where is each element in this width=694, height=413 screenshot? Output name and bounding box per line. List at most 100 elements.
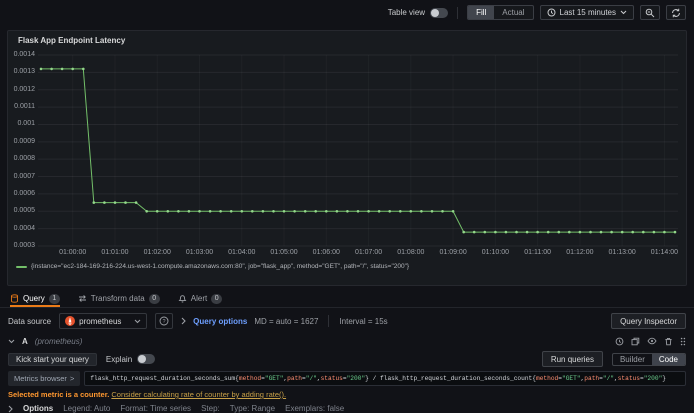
x-tick-label: 01:03:00 (185, 249, 214, 256)
table-view-toggle[interactable] (430, 7, 449, 18)
x-tick-label: 01:07:00 (354, 249, 383, 256)
query-code-row: Metrics browser > flask_http_request_dur… (8, 371, 686, 386)
y-tick-label: 0.0003 (13, 242, 35, 249)
tab-transform-data[interactable]: Transform data 0 (78, 290, 160, 307)
explain-toggle[interactable] (137, 354, 156, 364)
warning-text: Selected metric is a counter. (8, 390, 110, 399)
latency-panel: Flask App Endpoint Latency 0.0014 0.0013 0… (7, 30, 687, 286)
time-series-chart[interactable]: 0.0014 0.0013 0.0012 0.0011 0.001 0.0009 0.000… (12, 48, 684, 284)
x-tick-label: 01:08:00 (397, 249, 425, 256)
tab-query[interactable]: Query 1 (10, 290, 60, 307)
kick-start-button[interactable]: Kick start your query (8, 352, 97, 366)
explain-label: Explain (105, 354, 133, 364)
x-tick-label: 01:00:00 (59, 249, 87, 256)
svg-text:?: ? (163, 319, 166, 325)
panel-title: Flask App Endpoint Latency (18, 36, 126, 45)
database-icon (10, 294, 19, 303)
query-inspector-button[interactable]: Query Inspector (611, 313, 686, 329)
query-options-label: Query options (193, 316, 248, 326)
transform-icon (78, 294, 87, 303)
bell-icon (178, 294, 187, 303)
history-icon[interactable] (615, 337, 624, 346)
magnifier-minus-icon (645, 8, 655, 18)
run-queries-button[interactable]: Run queries (541, 351, 603, 367)
builder-button[interactable]: Builder (613, 354, 652, 365)
datasource-help-button[interactable]: ? (155, 313, 174, 329)
tab-query-label: Query (23, 294, 45, 303)
y-tick-label: 0.0004 (13, 224, 35, 232)
y-tick-label: 0.0005 (13, 207, 35, 215)
y-tick-label: 0.0012 (13, 85, 35, 93)
interval-text: Interval = 15s (339, 316, 388, 326)
eye-icon[interactable] (647, 337, 657, 345)
query-row-header[interactable]: A (prometheus) (8, 335, 686, 347)
trash-icon[interactable] (664, 337, 673, 346)
chevron-right-icon (181, 317, 186, 325)
time-range-label: Last 15 minutes (559, 8, 616, 17)
datasource-value: prometheus (79, 316, 122, 326)
question-circle-icon: ? (159, 316, 169, 326)
datasource-row: Data source prometheus ? Query options M… (8, 311, 686, 331)
builder-code-group: Builder Code (611, 352, 686, 366)
query-row-a: A (prometheus) Kick start your query Exp… (8, 335, 686, 413)
zoom-out-button[interactable] (640, 5, 660, 20)
metrics-browser-label: Metrics browser (14, 374, 67, 383)
x-tick-label: 01:09:00 (439, 249, 467, 256)
time-range-picker[interactable]: Last 15 minutes (539, 5, 634, 20)
legend-series-label: {instance="ec2-184-169-216-224.us-west-1… (31, 263, 410, 270)
fill-button[interactable]: Fill (468, 6, 495, 19)
tab-alert-label: Alert (190, 294, 208, 303)
x-tick-label: 01:12:00 (566, 249, 594, 256)
chevron-right-icon (8, 405, 13, 413)
x-tick-label: 01:01:00 (101, 249, 129, 256)
query-datasource-hint: (prometheus) (34, 336, 83, 346)
caret-down-icon (620, 10, 627, 15)
chevron-down-icon[interactable] (8, 339, 15, 344)
y-tick-label: 0.0011 (14, 103, 35, 111)
explain-group: Explain (105, 354, 156, 364)
query-options-divider (328, 315, 330, 327)
code-button[interactable]: Code (651, 353, 685, 365)
x-tick-label: 01:02:00 (143, 249, 171, 256)
warning-rate-link[interactable]: Consider calculating rate of counter by … (111, 390, 286, 399)
max-data-points-text: MD = auto = 1627 (254, 316, 319, 326)
query-options-toggle[interactable]: Query options MD = auto = 1627 Interval … (181, 315, 388, 327)
x-tick-label: 01:14:00 (650, 249, 679, 256)
tab-transform-count: 0 (148, 293, 160, 304)
y-tick-label: 0.001 (17, 120, 35, 128)
y-tick-label: 0.0009 (13, 137, 35, 145)
y-tick-label: 0.0006 (13, 189, 35, 197)
refresh-button[interactable] (666, 5, 686, 20)
x-tick-label: 01:06:00 (312, 249, 340, 256)
header-divider (457, 6, 459, 19)
metrics-browser-toggle[interactable]: Metrics browser > (8, 371, 81, 386)
tab-alert[interactable]: Alert 0 (178, 290, 223, 307)
datasource-label: Data source (8, 316, 52, 326)
x-tick-label: 01:11:00 (524, 249, 551, 256)
x-tick-label: 01:05:00 (270, 249, 298, 256)
clock-icon (547, 8, 556, 17)
query-row-actions (615, 337, 686, 346)
x-tick-label: 01:10:00 (481, 249, 509, 256)
drag-handle-icon[interactable] (680, 337, 686, 346)
counter-warning: Selected metric is a counter. Consider c… (8, 390, 686, 399)
actual-button[interactable]: Actual (494, 6, 532, 19)
table-view-label: Table view (387, 8, 426, 17)
tab-transform-label: Transform data (90, 294, 145, 303)
metrics-browser-caret: > (69, 374, 75, 383)
x-tick-label: 01:13:00 (608, 249, 636, 256)
y-tick-label: 0.0008 (13, 155, 35, 163)
y-tick-label: 0.0007 (13, 172, 35, 180)
legend-series-swatch (16, 265, 27, 268)
datasource-select[interactable]: prometheus (59, 313, 148, 329)
duplicate-icon[interactable] (631, 337, 640, 346)
refresh-icon (671, 8, 681, 18)
legend-item[interactable]: {instance="ec2-184-169-216-224.us-west-1… (16, 263, 409, 270)
editor-header: Table view Fill Actual Last 15 minutes (0, 0, 694, 25)
tab-alert-count: 0 (211, 293, 223, 304)
x-tick-label: 01:04:00 (228, 249, 256, 256)
query-code-input[interactable]: flask_http_request_duration_seconds_sum{… (84, 371, 686, 386)
table-view-group: Table view (387, 7, 449, 18)
tab-query-count: 1 (48, 293, 60, 304)
y-tick-label: 0.0014 (13, 51, 35, 58)
